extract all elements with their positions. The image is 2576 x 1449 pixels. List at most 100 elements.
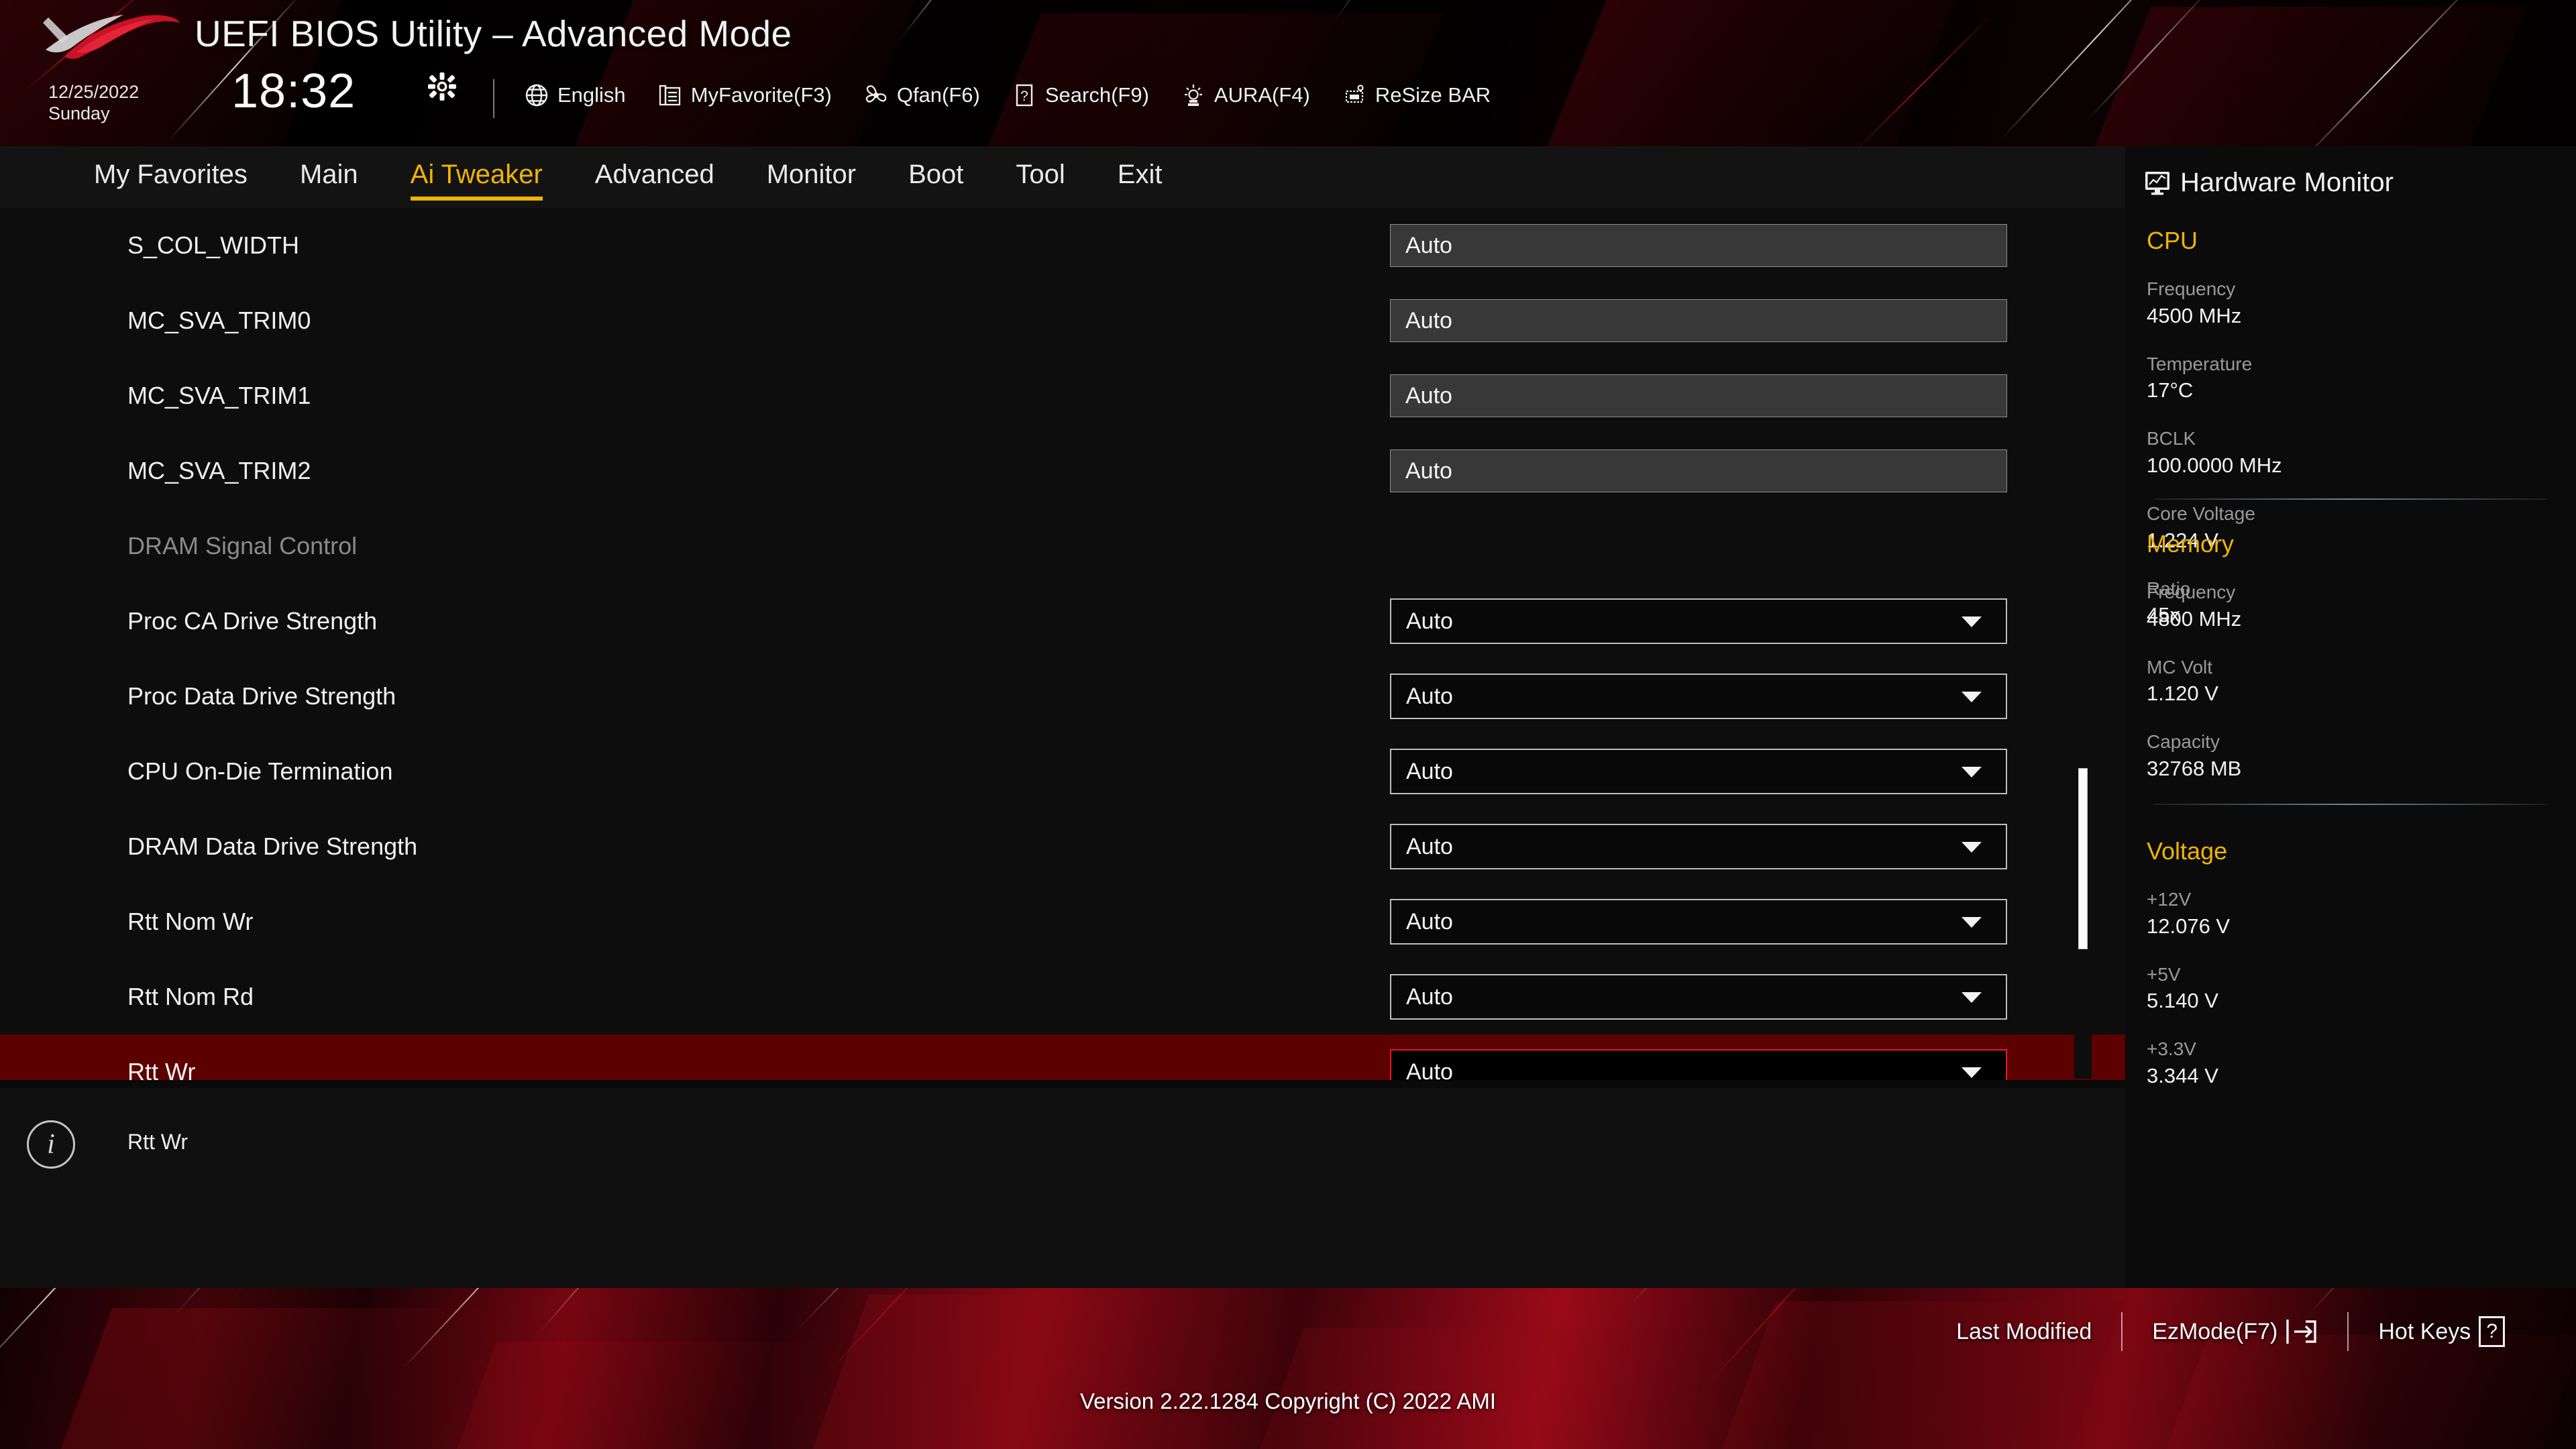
- last-modified-button[interactable]: Last Modified: [1927, 1319, 2121, 1345]
- hw-section-title: Memory: [2147, 530, 2235, 557]
- settings-value-dropdown[interactable]: Auto: [1390, 598, 2007, 644]
- hw-item: +3.3V 3.344 V: [2147, 1036, 2361, 1090]
- ezmode-button[interactable]: EzMode(F7): [2123, 1318, 2347, 1346]
- settings-row[interactable]: Rtt Nom Wr Auto: [0, 884, 2125, 959]
- settings-value-text: Auto: [1406, 758, 1453, 784]
- info-icon: i: [27, 1120, 75, 1169]
- settings-value-text: Auto: [1406, 683, 1453, 709]
- aura-lamp-icon: [1180, 82, 1207, 109]
- hw-item-value: 4500 MHz: [2147, 303, 2242, 327]
- settings-value-input[interactable]: Auto: [1390, 224, 2007, 267]
- header-banner: UEFI BIOS Utility – Advanced Mode 12/25/…: [0, 0, 2576, 146]
- nav-tab-my-favorites[interactable]: My Favorites: [94, 160, 248, 195]
- resize-bar-button[interactable]: ReSize BAR: [1341, 82, 1507, 109]
- nav-tab-monitor[interactable]: Monitor: [767, 160, 856, 195]
- hw-item-value: 4800 MHz: [2147, 606, 2242, 631]
- myfavorite-label: MyFavorite(F3): [690, 83, 832, 107]
- settings-row[interactable]: MC_SVA_TRIM1 Auto: [0, 358, 2125, 433]
- exit-arrow-icon: [2286, 1318, 2318, 1346]
- hw-item-key: Frequency: [2147, 582, 2236, 602]
- nav-tab-tool[interactable]: Tool: [1016, 160, 1065, 195]
- settings-value-input[interactable]: Auto: [1390, 299, 2007, 342]
- settings-row[interactable]: DRAM Data Drive Strength Auto: [0, 809, 2125, 884]
- hw-item-key: Temperature: [2147, 353, 2253, 374]
- settings-row[interactable]: Proc Data Drive Strength Auto: [0, 659, 2125, 734]
- aura-button[interactable]: AURA(F4): [1180, 82, 1326, 109]
- hw-item: MC Volt 1.120 V: [2147, 655, 2361, 708]
- settings-row-label: Proc Data Drive Strength: [127, 682, 396, 710]
- resize-bar-label: ReSize BAR: [1375, 83, 1491, 107]
- settings-value-dropdown[interactable]: Auto: [1390, 674, 2007, 719]
- hardware-monitor-panel: Hardware Monitor CPU Frequency 4500 MHz …: [2125, 146, 2576, 1288]
- nav-tab-exit[interactable]: Exit: [1118, 160, 1163, 195]
- hw-item-value: 1.120 V: [2147, 682, 2218, 706]
- settings-row[interactable]: S_COL_WIDTH Auto: [0, 208, 2125, 283]
- nav-tab-advanced[interactable]: Advanced: [595, 160, 714, 195]
- language-button[interactable]: English: [523, 82, 642, 109]
- scrollbar-thumb[interactable]: [2078, 768, 2088, 949]
- search-button[interactable]: ? Search(F9): [1011, 82, 1165, 109]
- settings-value-dropdown[interactable]: Auto: [1390, 899, 2007, 945]
- hotkeys-button[interactable]: Hot Keys ?: [2349, 1316, 2534, 1347]
- hw-item-key: +12V: [2147, 889, 2192, 910]
- hw-item-value: 3.344 V: [2147, 1064, 2218, 1088]
- settings-value-text: Auto: [1406, 608, 1453, 634]
- settings-row[interactable]: MC_SVA_TRIM0 Auto: [0, 283, 2125, 358]
- search-question-icon: ?: [1011, 82, 1038, 109]
- settings-value-dropdown[interactable]: Auto: [1390, 974, 2007, 1020]
- settings-row-label: Proc CA Drive Strength: [127, 607, 378, 635]
- hw-item-value: 32768 MB: [2147, 757, 2242, 781]
- favorite-list-icon: [657, 82, 684, 109]
- settings-value-dropdown[interactable]: Auto: [1390, 824, 2007, 869]
- chevron-down-icon: [1962, 767, 1982, 777]
- page-title: UEFI BIOS Utility – Advanced Mode: [195, 13, 792, 54]
- chevron-down-icon: [1962, 692, 1982, 702]
- hw-item: +12V 12.076 V: [2147, 887, 2361, 941]
- globe-icon: [523, 82, 550, 109]
- rog-logo-icon: [42, 12, 182, 59]
- hotkeys-label: Hot Keys: [2378, 1318, 2471, 1344]
- scrollbar-track[interactable]: [2074, 209, 2092, 1079]
- hotkeys-key-icon: ?: [2479, 1316, 2505, 1347]
- hw-item-value: 100.0000 MHz: [2147, 453, 2282, 478]
- settings-value-text: Auto: [1406, 983, 1453, 1010]
- settings-value-dropdown[interactable]: Auto: [1390, 1049, 2007, 1080]
- settings-value-input[interactable]: Auto: [1390, 374, 2007, 417]
- hw-item-key: Capacity: [2147, 731, 2220, 753]
- nav-tab-boot[interactable]: Boot: [908, 160, 963, 195]
- hw-item: BCLK 100.0000 MHz: [2147, 426, 2361, 480]
- chevron-down-icon: [1962, 1067, 1982, 1078]
- footer-actions: Last Modified EzMode(F7) Hot Keys ?: [1927, 1312, 2534, 1351]
- settings-row[interactable]: Proc CA Drive Strength Auto: [0, 584, 2125, 659]
- resize-bar-icon: [1341, 82, 1368, 109]
- settings-value-input[interactable]: Auto: [1390, 449, 2007, 492]
- version-text: Version 2.22.1284 Copyright (C) 2022 AMI: [1079, 1389, 1497, 1413]
- hw-section-voltage: Voltage +12V 12.076 V +5V 5.140 V +3.3V …: [2147, 837, 2556, 1090]
- hw-item: +5V 5.140 V: [2147, 962, 2361, 1016]
- header-divider: [493, 79, 494, 118]
- gear-icon[interactable]: [428, 72, 456, 101]
- settings-row[interactable]: MC_SVA_TRIM2 Auto: [0, 433, 2125, 508]
- nav-tab-ai-tweaker[interactable]: Ai Tweaker: [410, 160, 543, 201]
- hw-item-key: +5V: [2147, 963, 2181, 985]
- settings-row-label: CPU On-Die Termination: [127, 757, 393, 785]
- settings-row[interactable]: Rtt Nom Rd Auto: [0, 959, 2125, 1034]
- settings-row-label: Rtt Nom Wr: [127, 908, 254, 935]
- hw-section-title: CPU: [2147, 227, 2198, 254]
- settings-value-text: Auto: [1406, 908, 1453, 934]
- settings-row-selected[interactable]: Rtt Wr Auto: [0, 1034, 2125, 1080]
- system-clock: 18:32: [231, 64, 356, 118]
- svg-text:?: ?: [1020, 89, 1028, 104]
- settings-value-dropdown[interactable]: Auto: [1390, 749, 2007, 794]
- nav-tab-main[interactable]: Main: [300, 160, 358, 195]
- settings-row[interactable]: CPU On-Die Termination Auto: [0, 734, 2125, 809]
- hw-item-value: 17°C: [2147, 378, 2194, 402]
- hw-item-key: Core Voltage: [2147, 502, 2255, 524]
- monitor-chart-icon: [2144, 170, 2171, 196]
- settings-row-label: MC_SVA_TRIM2: [127, 457, 311, 484]
- myfavorite-button[interactable]: MyFavorite(F3): [657, 82, 848, 109]
- qfan-button[interactable]: Qfan(F6): [863, 82, 996, 109]
- last-modified-label: Last Modified: [1956, 1318, 2092, 1344]
- qfan-label: Qfan(F6): [896, 83, 980, 107]
- settings-row-label: DRAM Data Drive Strength: [127, 833, 418, 860]
